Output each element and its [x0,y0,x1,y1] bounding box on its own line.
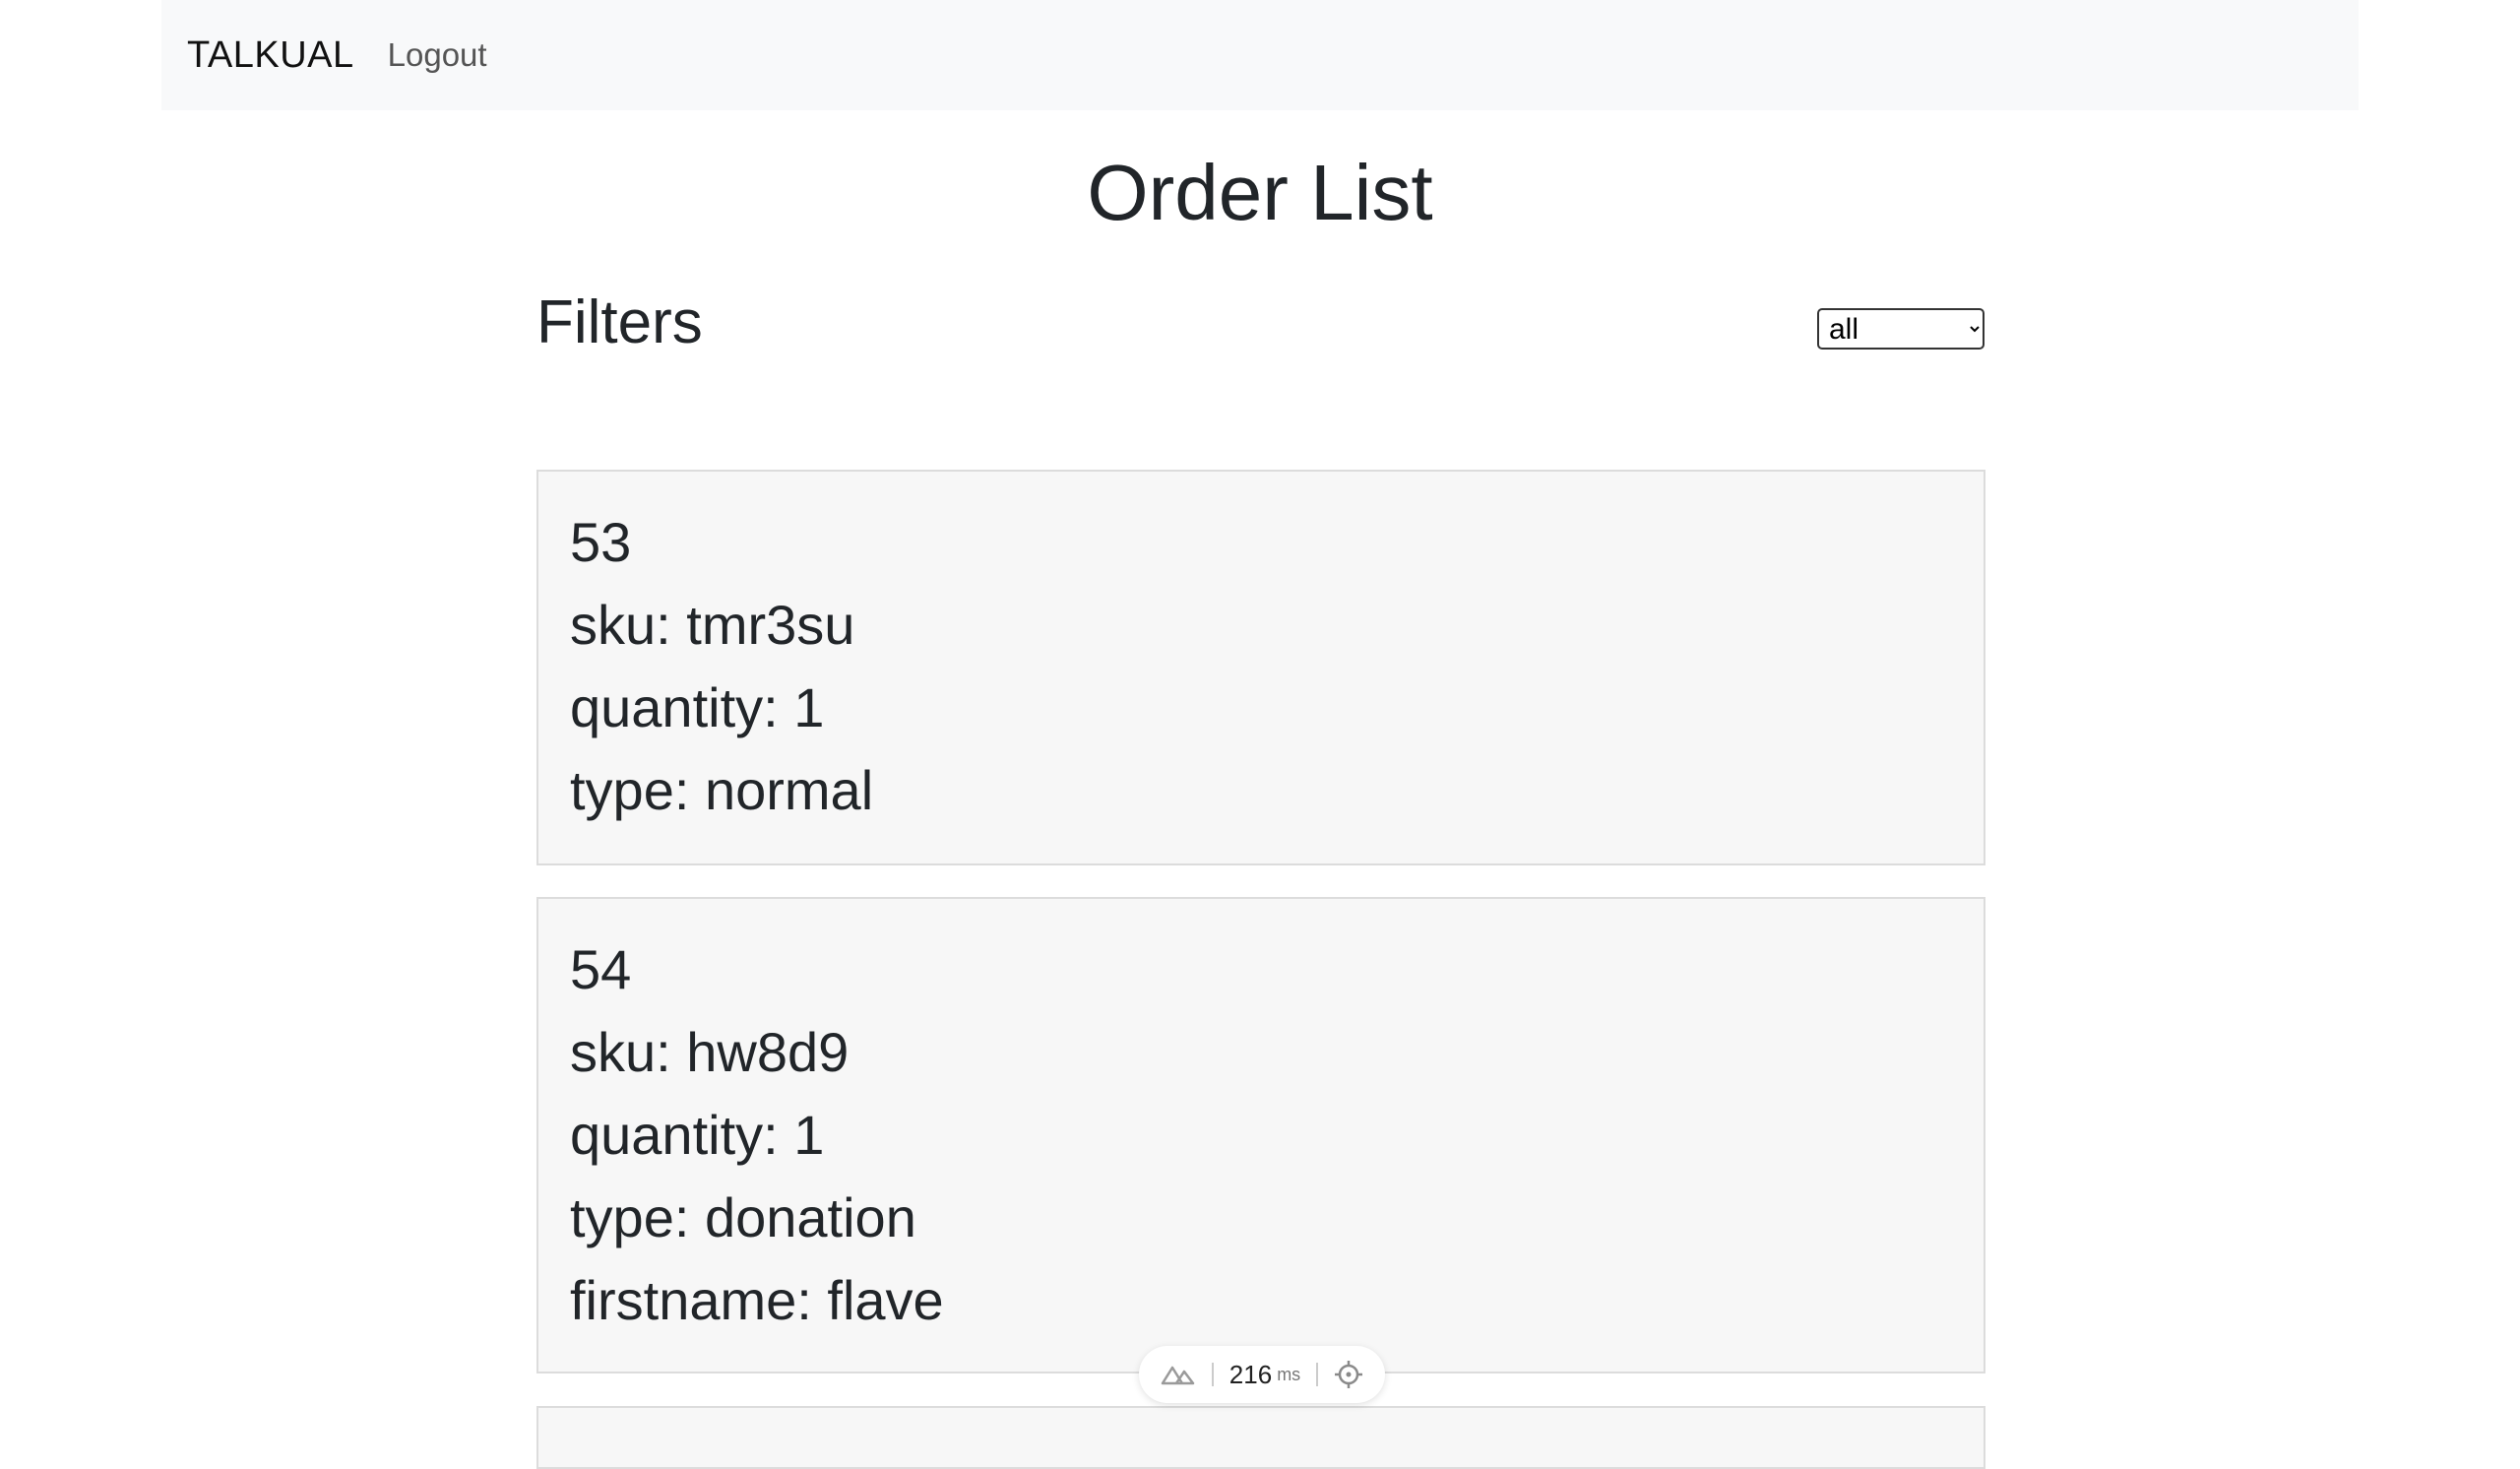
dev-perf-indicator[interactable]: 216 ms [1139,1346,1385,1403]
order-quantity: quantity: 1 [570,676,825,738]
perf-unit: ms [1277,1364,1301,1384]
order-sku: sku: hw8d9 [570,1021,850,1083]
type-filter-select[interactable]: all [1817,308,1984,350]
logout-link[interactable]: Logout [388,36,487,74]
order-sku: sku: tmr3su [570,594,855,656]
navbar-brand[interactable]: TALKUAL [187,34,354,77]
separator [1211,1363,1214,1386]
order-firstname: firstname: flave [570,1269,944,1331]
order-id: 53 [570,511,632,573]
order-card [536,1406,1985,1469]
order-card: 53 sku: tmr3su quantity: 1 type: normal [536,470,1985,865]
order-id: 54 [570,938,632,1000]
order-type: type: normal [570,759,874,821]
order-card: 54 sku: hw8d9 quantity: 1 type: donation… [536,897,1985,1373]
order-type: type: donation [570,1186,916,1248]
filters-title: Filters [536,288,703,356]
crosshair-icon[interactable] [1334,1360,1363,1389]
nuxt-logo-icon [1161,1366,1195,1385]
order-quantity: quantity: 1 [570,1104,825,1166]
page-title: Order List [1087,149,1433,236]
separator [1316,1363,1319,1386]
navbar: TALKUAL Logout [161,0,2359,110]
perf-value: 216 [1228,1359,1273,1389]
